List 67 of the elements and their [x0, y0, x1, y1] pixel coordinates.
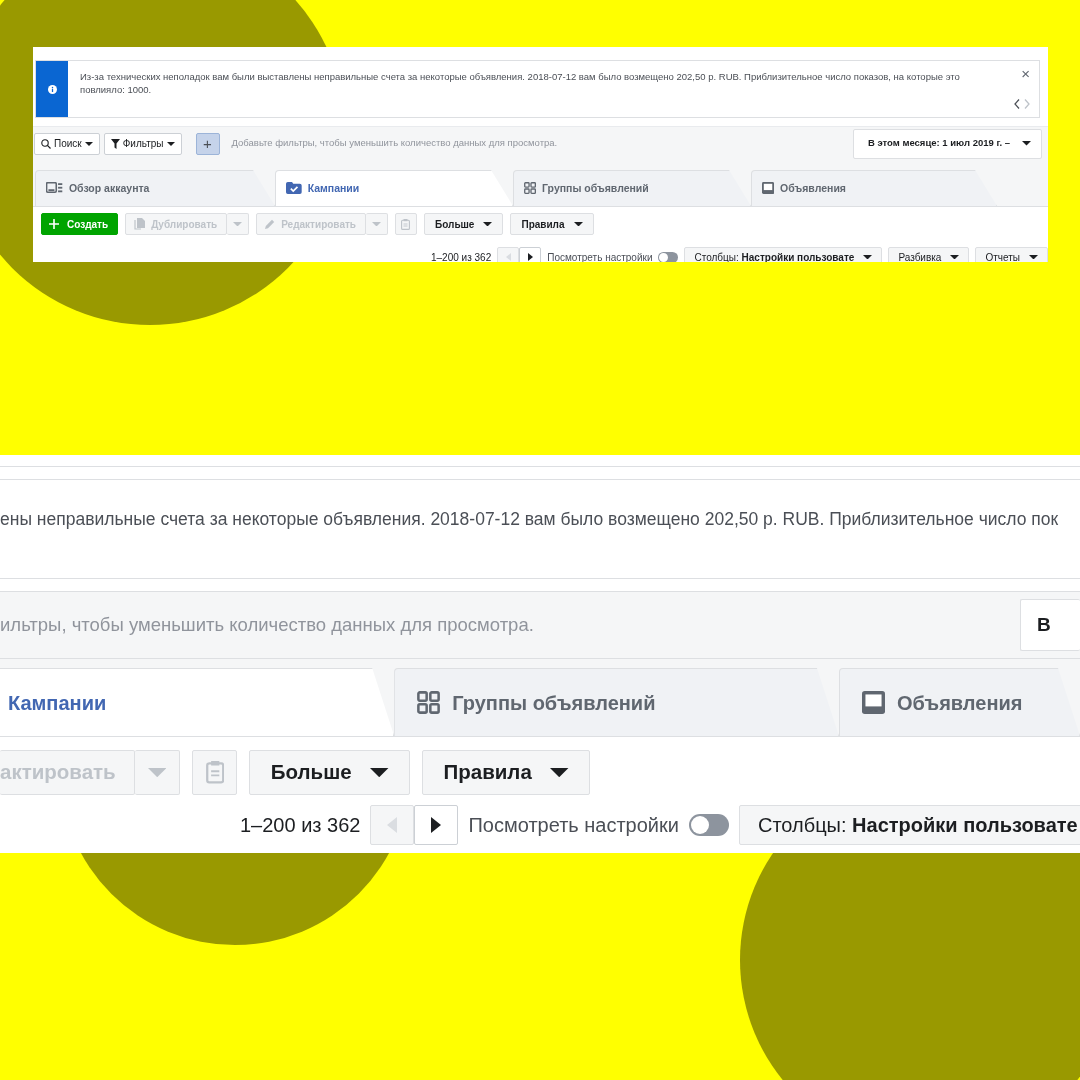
triangle-right-icon: [527, 253, 533, 261]
filter-hint: ильтры, чтобы уменьшить количество данных для просмотра.: [0, 613, 535, 638]
plus-icon: [49, 219, 59, 229]
close-button[interactable]: ×: [1021, 67, 1030, 81]
search-button[interactable]: Поиск: [34, 132, 100, 155]
columns-button[interactable]: Столбцы: Настройки пользовате: [738, 805, 1080, 845]
create-button[interactable]: Создать: [41, 213, 119, 235]
info-icon: [47, 84, 57, 94]
caret-icon: [166, 141, 175, 146]
funnel-icon: [110, 138, 120, 149]
grid-icon: [524, 182, 537, 195]
dropdown-button[interactable]: Разбивка: [888, 247, 970, 262]
folder-check-icon: [286, 182, 302, 195]
caret-icon: [573, 221, 583, 227]
notice-text: ены неправильные счета за некоторые объявления. 2018-07-12 вам было возмещено 202,50 р. RUB. Приблизительное число пок: [0, 508, 1060, 531]
chevron-right-icon: [1024, 99, 1030, 109]
copy-icon: [134, 218, 146, 230]
tab[interactable]: Группы объявлений: [394, 668, 839, 736]
date-range-button[interactable]: В этом месяце: 1 июл 2019 г. –: [852, 128, 1042, 159]
triangle-right-icon: [431, 817, 442, 833]
tab[interactable]: Объявления: [751, 170, 997, 206]
tab[interactable]: Объявления: [838, 668, 1080, 736]
clipboard-icon: [401, 218, 411, 230]
caret-icon: [148, 767, 167, 778]
caret-icon: [372, 221, 381, 227]
search-icon: [41, 138, 51, 149]
caret-icon: [370, 767, 389, 778]
dropdown-button[interactable]: Правила: [422, 750, 591, 795]
toggle-switch[interactable]: [658, 251, 679, 262]
add-filter-button[interactable]: +: [195, 132, 220, 155]
pencil-icon: [265, 219, 276, 229]
grid-icon: [417, 691, 441, 714]
tab[interactable]: Кампании: [0, 668, 395, 736]
triangle-left-icon: [387, 817, 398, 833]
notice-text: Из-за технических неполадок вам были выставлены неправильные счета за некоторые объявления. 2018-07-12 вам было возмещено 202,50 р. RUB. Приблизительное число показов, на которые это повлияло: 1000.: [80, 70, 961, 96]
tab[interactable]: Группы объявлений: [513, 170, 751, 206]
caret-icon: [863, 254, 873, 260]
caret-icon: [483, 221, 493, 227]
filters-button[interactable]: Фильтры: [103, 132, 182, 155]
caret-icon: [1022, 141, 1031, 146]
caret-icon: [950, 254, 960, 260]
filter-hint: Добавьте фильтры, чтобы уменьшить количество данных для просмотра.: [231, 136, 559, 151]
screen-icon: [762, 182, 775, 195]
page-range: 1–200 из 362: [240, 813, 361, 838]
toggle-switch[interactable]: [688, 814, 729, 836]
view-settings-label: Посмотреть настройки: [547, 250, 653, 262]
screen-icon: [861, 691, 885, 714]
triangle-left-icon: [505, 253, 511, 261]
chevron-left-icon: [1014, 99, 1020, 109]
caret-icon: [1029, 254, 1038, 260]
date-range-button[interactable]: В: [1020, 599, 1080, 651]
dropdown-button[interactable]: Правила: [510, 213, 594, 235]
dropdown-button[interactable]: Больше: [249, 750, 410, 795]
columns-button[interactable]: Столбцы: Настройки пользовате: [684, 247, 883, 262]
tab[interactable]: Кампании: [275, 170, 513, 206]
dropdown-button[interactable]: Отчеты: [975, 247, 1048, 262]
monitor-list-icon: [46, 182, 63, 195]
page-range: 1–200 из 362: [431, 250, 492, 262]
next-page-button[interactable]: [414, 805, 459, 845]
caret-icon: [233, 221, 243, 227]
caret-icon: [550, 767, 569, 778]
caret-icon: [84, 141, 93, 146]
view-settings-label: Посмотреть настройки: [468, 813, 679, 838]
tab[interactable]: Обзор аккаунта: [35, 170, 275, 206]
clipboard-icon: [205, 761, 224, 784]
next-page-button[interactable]: [519, 247, 542, 262]
dropdown-button[interactable]: Больше: [424, 213, 504, 235]
